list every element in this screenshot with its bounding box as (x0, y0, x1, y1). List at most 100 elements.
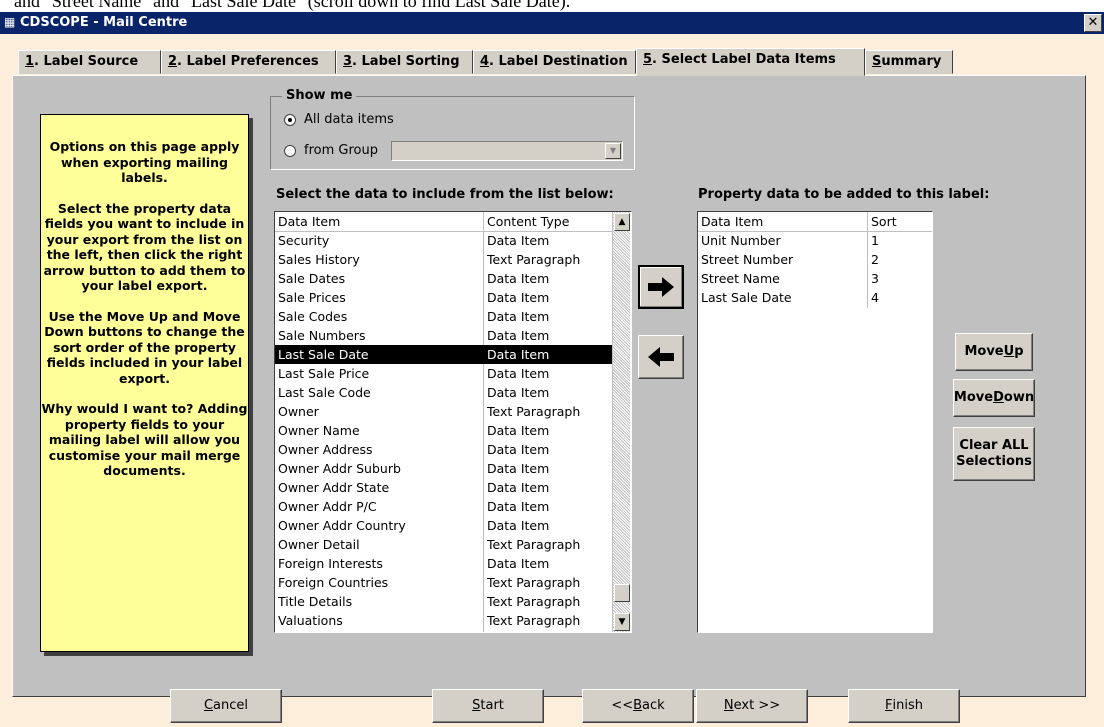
list-item[interactable]: Valuations Text Paragraph (275, 611, 612, 630)
title-bar: ▦ CDSCOPE - Mail Centre ✕ (0, 12, 1104, 34)
list-item[interactable]: Owner Address Data Item (275, 440, 612, 459)
item-name: Foreign Interests (278, 556, 383, 571)
list-item[interactable]: Street Number 2 (698, 250, 932, 269)
next-button[interactable]: Next >> (696, 689, 808, 723)
list-item[interactable]: Unit Number 1 (698, 231, 932, 250)
item-name: Last Sale Price (278, 366, 370, 381)
label-items-list[interactable]: Data Item Sort Unit Number 1 Street Number… (697, 211, 933, 633)
move-down-button[interactable]: Move Down (953, 379, 1035, 417)
list-item[interactable]: Owner Detail Text Paragraph (275, 535, 612, 554)
item-content-type: Data Item (487, 518, 550, 533)
finish-button[interactable]: Finish (848, 689, 960, 723)
tab-select-label-data-items[interactable]: 5. Select Label Data Items (636, 48, 865, 76)
clear-all-selections-button[interactable]: Clear ALL Selections (953, 427, 1035, 481)
item-content-type: Data Item (487, 328, 550, 343)
list-item[interactable]: Last Sale Date Data Item (275, 345, 612, 364)
item-name: Last Sale Date (278, 347, 369, 362)
group-select[interactable]: ▼ (391, 141, 623, 161)
scroll-up-icon[interactable]: ▲ (614, 213, 630, 231)
item-name: Foreign Countries (278, 575, 389, 590)
list-item[interactable]: Owner Name Data Item (275, 421, 612, 440)
list-item[interactable]: Owner Addr P/C Data Item (275, 497, 612, 516)
item-name: Owner Detail (278, 537, 360, 552)
item-name: Owner Name (278, 423, 360, 438)
item-content-type: Data Item (487, 499, 550, 514)
item-content-type: Text Paragraph (487, 404, 581, 419)
tab-label-sorting[interactable]: 3. Label Sorting (336, 50, 473, 74)
item-name: Sales History (278, 252, 360, 267)
item-content-type: Data Item (487, 347, 550, 362)
move-up-button[interactable]: Move Up (955, 333, 1033, 371)
left-list-heading: Select the data to include from the list… (276, 187, 614, 202)
column-header-data-item: Data Item (701, 214, 764, 229)
tab-label-source[interactable]: 1. Label Source (18, 50, 161, 74)
item-name: Sale Dates (278, 271, 346, 286)
help-paragraph: Use the Move Up and Move Down buttons to… (44, 308, 245, 386)
list-item[interactable]: Last Sale Price Data Item (275, 364, 612, 383)
item-name: Owner Addr Country (278, 518, 406, 533)
scroll-thumb[interactable] (614, 584, 630, 602)
item-content-type: Data Item (487, 309, 550, 324)
remove-item-button[interactable] (638, 335, 684, 379)
item-content-type: Data Item (487, 480, 550, 495)
start-button[interactable]: Start (432, 689, 544, 723)
list-item[interactable]: Last Sale Code Data Item (275, 383, 612, 402)
list-header: Data Item Sort (698, 212, 932, 232)
left-arrow-icon (648, 347, 674, 367)
add-item-button[interactable] (638, 265, 684, 309)
tab-label-preferences[interactable]: 2. Label Preferences (161, 50, 336, 74)
item-content-type: Data Item (487, 423, 550, 438)
item-name: Security (278, 233, 330, 248)
item-content-type: Data Item (487, 271, 550, 286)
list-item[interactable]: Sale Prices Data Item (275, 288, 612, 307)
item-name: Sale Numbers (278, 328, 366, 343)
item-name: Unit Number (701, 233, 781, 248)
list-item[interactable]: Street Name 3 (698, 269, 932, 288)
item-content-type: Text Paragraph (487, 575, 581, 590)
right-arrow-icon (648, 277, 674, 297)
cancel-button[interactable]: Cancel (170, 689, 282, 723)
item-name: Street Name (701, 271, 780, 286)
radio-all-data-items[interactable] (284, 114, 296, 126)
list-item[interactable]: Owner Addr State Data Item (275, 478, 612, 497)
show-me-label: Show me (282, 88, 357, 103)
item-content-type: Data Item (487, 366, 550, 381)
item-sort-order: 1 (871, 233, 879, 248)
scroll-down-icon[interactable]: ▼ (614, 613, 630, 631)
item-content-type: Data Item (487, 556, 550, 571)
back-button[interactable]: << Back (582, 689, 694, 723)
list-item[interactable]: Owner Addr Suburb Data Item (275, 459, 612, 478)
tab-label-destination[interactable]: 4. Label Destination (473, 50, 636, 74)
window-title: CDSCOPE - Mail Centre (20, 15, 188, 30)
data-items-list[interactable]: Data Item Content Type ▲ ▼ Security Data … (274, 211, 632, 633)
item-name: Owner Addr P/C (278, 499, 377, 514)
list-item[interactable]: Last Sale Date 4 (698, 288, 932, 307)
list-item[interactable]: Sales History Text Paragraph (275, 250, 612, 269)
item-content-type: Text Paragraph (487, 613, 581, 628)
item-sort-order: 2 (871, 252, 879, 267)
item-content-type: Data Item (487, 442, 550, 457)
list-header: Data Item Content Type (275, 212, 612, 232)
item-content-type: Data Item (487, 461, 550, 476)
item-name: Sale Prices (278, 290, 346, 305)
list-item[interactable]: Sale Dates Data Item (275, 269, 612, 288)
list-item[interactable]: Foreign Countries Text Paragraph (275, 573, 612, 592)
list-item[interactable]: Owner Text Paragraph (275, 402, 612, 421)
list-scrollbar[interactable]: ▲ ▼ (612, 212, 630, 632)
column-header-content-type: Content Type (487, 214, 570, 229)
list-item[interactable]: Sale Codes Data Item (275, 307, 612, 326)
list-item[interactable]: Sale Numbers Data Item (275, 326, 612, 345)
document-caption: and "Street Name" and "Last Sale Date" (… (14, 0, 571, 11)
chevron-down-icon[interactable]: ▼ (605, 143, 621, 159)
list-item[interactable]: Owner Addr Country Data Item (275, 516, 612, 535)
tab-summary[interactable]: Summary (865, 50, 953, 74)
form-icon[interactable]: ▦ (4, 15, 18, 29)
item-name: Valuations (278, 613, 343, 628)
item-sort-order: 3 (871, 271, 879, 286)
close-icon[interactable]: ✕ (1084, 14, 1102, 32)
radio-from-group[interactable] (284, 145, 296, 157)
list-item[interactable]: Foreign Interests Data Item (275, 554, 612, 573)
list-item[interactable]: Title Details Text Paragraph (275, 592, 612, 611)
item-name: Sale Codes (278, 309, 348, 324)
list-item[interactable]: Security Data Item (275, 231, 612, 250)
